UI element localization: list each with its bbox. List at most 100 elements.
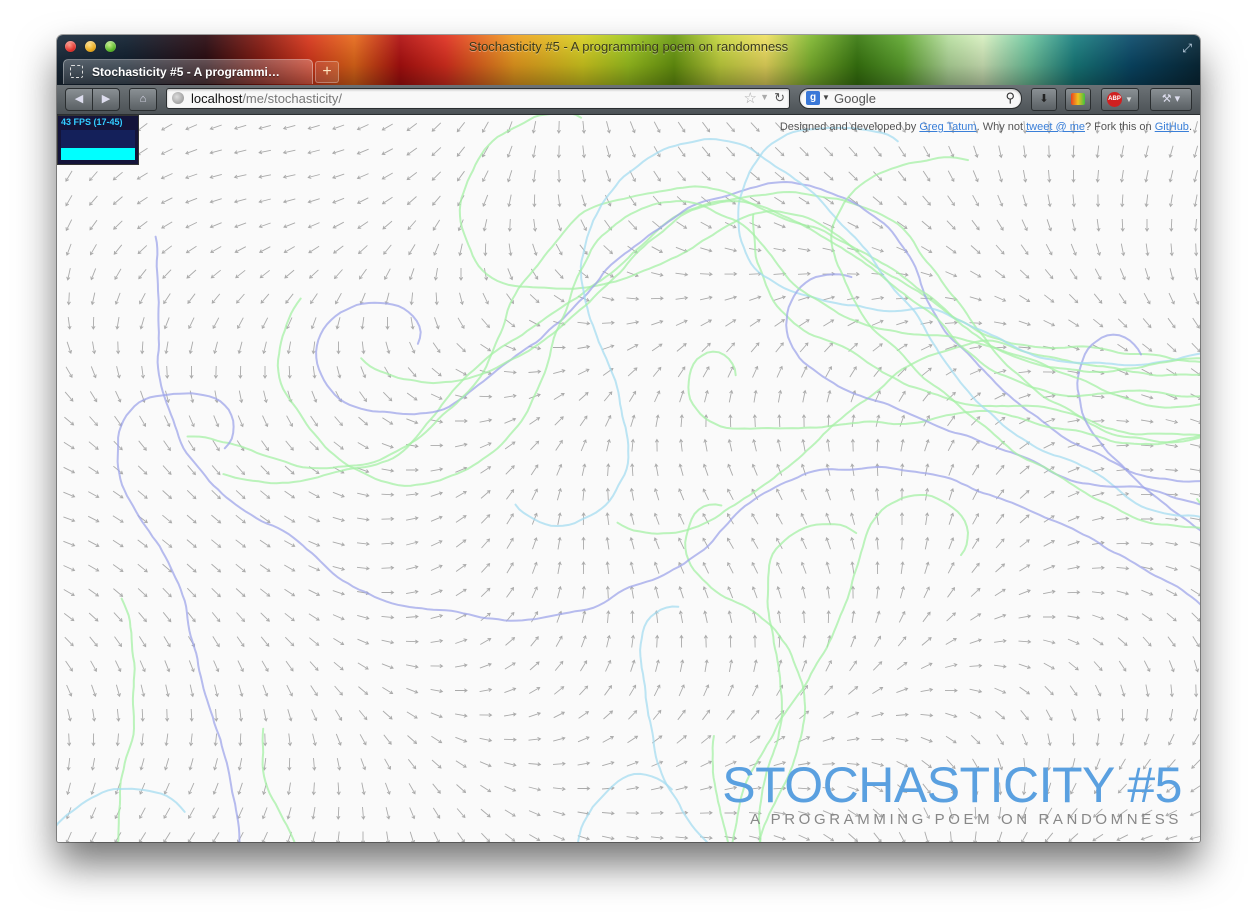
search-icon[interactable]: ⚲ [1005,90,1015,106]
author-link[interactable]: Greg Tatum [919,121,976,133]
flow-arrow [557,194,562,208]
flow-arrow [871,247,885,253]
flow-arrow [186,587,197,598]
url-bar[interactable]: localhost/me/stochasticity/ ☆ ▼ ↻ [166,88,790,109]
flow-arrow [409,341,416,354]
flow-arrow [1143,660,1151,673]
flow-arrow [406,467,419,473]
flow-arrow [434,292,439,306]
flow-arrow [261,660,269,672]
flow-arrow [479,761,492,768]
back-button[interactable]: ◀ [65,88,93,111]
flow-arrow [948,537,955,550]
url-text[interactable]: localhost/me/stochasticity/ [191,91,342,106]
flow-arrow [262,684,269,697]
flow-arrow [825,536,831,550]
flow-arrow [138,636,147,648]
flow-arrow [677,171,686,182]
flow-arrow [282,149,296,155]
flow-arrow [1142,343,1153,352]
flow-arrow [333,638,345,646]
flow-arrow [751,586,758,599]
flow-arrow [506,586,514,598]
flow-arrow [332,221,345,229]
home-button[interactable]: ⌂ [129,88,157,111]
search-input[interactable]: Google [834,91,876,106]
flow-arrow [431,735,443,744]
downloads-button[interactable]: ⬇ [1031,88,1057,111]
fullscreen-icon[interactable]: ⤢ [1182,41,1192,56]
flow-arrow [824,146,834,157]
flow-arrow [211,587,221,598]
flow-arrow [528,369,542,374]
flow-arrow [336,806,341,820]
flow-arrow [261,831,268,842]
flow-arrow [262,415,269,428]
flow-arrow [455,539,467,548]
flow-arrow [925,512,930,525]
flow-arrow [799,342,809,353]
page-viewport[interactable]: 43 FPS (17-45) Designed and developed by… [57,115,1200,842]
flow-arrow [972,194,979,207]
flow-arrow [359,734,367,746]
google-engine-icon[interactable]: g [806,91,820,105]
flow-arrow [1116,613,1129,621]
flow-arrow [629,585,634,599]
reload-icon[interactable]: ↻ [774,90,785,106]
flow-arrow [261,440,269,452]
flow-arrow [1018,369,1032,374]
flow-arrow [1071,733,1076,747]
flow-arrow [91,684,97,698]
flow-arrow [139,782,146,795]
flow-arrow [675,319,688,326]
flow-arrow [971,562,980,573]
fps-stats-panel[interactable]: 43 FPS (17-45) [57,115,139,165]
flow-arrow [675,810,689,815]
engine-dropdown-icon[interactable]: ▼ [822,93,830,102]
tab-active[interactable]: Stochasticity #5 - A programmi… [63,59,313,84]
flow-arrow [1044,269,1054,280]
github-link[interactable]: GitHub [1155,121,1189,133]
flow-arrow [532,243,538,257]
flow-arrow [581,487,586,501]
flow-arrow [1019,686,1031,695]
flow-arrow [970,587,981,597]
flow-arrow [430,443,444,448]
flow-arrow [675,760,688,768]
flow-arrow [1091,590,1105,596]
flow-arrow [260,588,271,597]
flow-arrow [1019,295,1031,303]
search-bar[interactable]: g ▼ Google ⚲ [799,88,1022,109]
flow-arrow [581,463,587,476]
flow-arrow [849,660,857,672]
flow-arrow [236,612,246,623]
flow-arrow [801,414,806,428]
flow-field-canvas[interactable] [57,115,1200,842]
developer-tools-button[interactable]: ⚒ ▾ [1150,88,1192,111]
addon-button[interactable] [1065,88,1091,111]
flow-arrow [503,737,517,742]
flow-arrow [189,366,194,379]
flow-arrow [263,390,268,404]
bookmark-star-icon[interactable]: ☆ [744,89,757,107]
flow-arrow [189,708,194,722]
url-history-dropdown-icon[interactable]: ▼ [760,92,769,102]
forward-button[interactable]: ▶ [92,88,120,111]
flow-arrow [848,146,858,157]
site-identity-icon[interactable] [172,92,184,104]
flow-arrow [90,660,98,672]
flow-arrow [238,365,243,379]
new-tab-button[interactable]: + [315,61,339,83]
flow-arrow [356,148,369,155]
flow-arrow [163,317,170,330]
flow-arrow [116,341,121,355]
fps-graph-fill [61,148,135,160]
flow-arrow [676,735,687,744]
tweet-link[interactable]: tweet @ me [1026,121,1085,133]
adblock-button[interactable]: ABP ▼ [1101,88,1139,111]
flow-arrow [1018,589,1031,596]
flow-arrow [994,393,1007,400]
flow-arrow [507,218,512,232]
flow-arrow [165,365,170,379]
flow-arrow [727,463,734,476]
